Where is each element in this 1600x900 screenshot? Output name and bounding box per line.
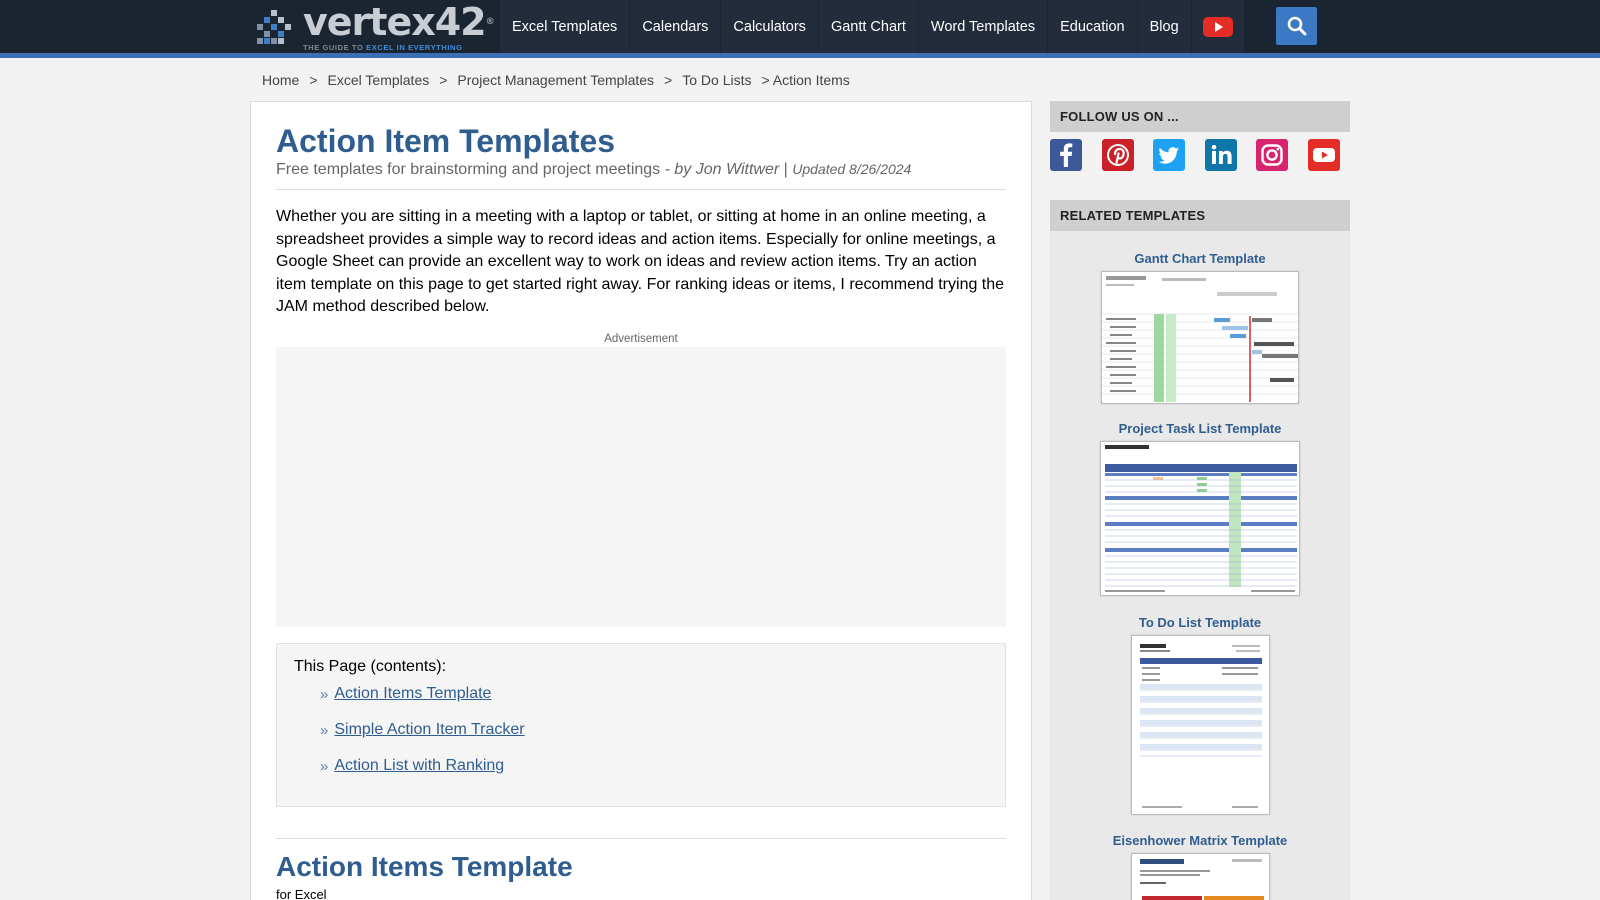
- toc-title: This Page (contents):: [294, 658, 447, 675]
- section-title-action-items-template: Action Items Template: [276, 851, 573, 882]
- page-subtitle: Free templates for brainstorming and pro…: [276, 161, 911, 179]
- instagram-icon: [1261, 144, 1283, 166]
- youtube-link[interactable]: [1307, 139, 1340, 171]
- breadcrumb-excel-templates[interactable]: Excel Templates: [328, 72, 430, 88]
- logo-mark-icon: [255, 4, 297, 46]
- facebook-link[interactable]: [1050, 139, 1082, 171]
- linkedin-icon: [1211, 144, 1232, 164]
- toc-item: » Action List with Ranking: [320, 757, 504, 775]
- section-subtitle: for Excel: [276, 887, 327, 900]
- related-eisenhower-matrix-title[interactable]: Eisenhower Matrix Template: [1050, 833, 1350, 848]
- toc-bullet: »: [320, 757, 329, 775]
- related-templates-heading: RELATED TEMPLATES: [1050, 200, 1350, 231]
- logo-tagline-accent: EXCEL IN EVERYTHING: [366, 43, 463, 52]
- twitter-link[interactable]: [1153, 139, 1185, 171]
- social-links: [1050, 139, 1340, 171]
- nav-blog[interactable]: Blog: [1137, 0, 1191, 53]
- breadcrumb-to-do-lists[interactable]: To Do Lists: [682, 72, 751, 88]
- youtube-icon: [1202, 16, 1233, 37]
- twitter-icon: [1158, 147, 1179, 164]
- toc-bullet: »: [320, 721, 329, 739]
- subtitle-pipe: |: [779, 161, 793, 178]
- toc-item: » Action Items Template: [320, 685, 491, 703]
- toc-link-simple-action-item-tracker[interactable]: Simple Action Item Tracker: [334, 721, 524, 739]
- nav-education[interactable]: Education: [1048, 0, 1137, 53]
- advertisement-label: Advertisement: [604, 333, 678, 345]
- toc-link-action-items-template[interactable]: Action Items Template: [334, 685, 491, 703]
- related-templates-panel: Gantt Chart Template Project Task List T…: [1050, 231, 1350, 900]
- search-button[interactable]: [1276, 7, 1317, 45]
- instagram-link[interactable]: [1256, 139, 1288, 171]
- breadcrumb-current: > Action Items: [761, 72, 850, 88]
- author-byline: - by Jon Wittwer: [660, 161, 780, 178]
- table-of-contents: This Page (contents): » Action Items Tem…: [276, 643, 1006, 807]
- logo-tagline-prefix: THE GUIDE TO: [303, 43, 367, 52]
- title-divider: [276, 189, 1006, 190]
- nav-youtube-link[interactable]: [1191, 0, 1244, 53]
- nav-gantt-chart[interactable]: Gantt Chart: [818, 0, 918, 53]
- project-task-list-thumbnail[interactable]: [1100, 441, 1300, 596]
- nav-excel-templates[interactable]: Excel Templates: [500, 0, 630, 53]
- breadcrumb-home[interactable]: Home: [262, 72, 299, 88]
- logo-wordmark: vertex42: [303, 0, 487, 44]
- breadcrumb-separator: >: [664, 72, 673, 88]
- follow-us-heading: FOLLOW US ON ...: [1050, 101, 1350, 132]
- main-content: Action Item Templates Free templates for…: [250, 101, 1032, 900]
- related-project-task-list-title[interactable]: Project Task List Template: [1050, 421, 1350, 436]
- search-icon: [1287, 16, 1306, 36]
- logo-registered-mark: ®: [485, 17, 495, 27]
- pinterest-link[interactable]: [1101, 139, 1134, 171]
- toc-link-action-list-with-ranking[interactable]: Action List with Ranking: [334, 757, 504, 775]
- top-navbar: vertex42® THE GUIDE TO EXCEL IN EVERYTHI…: [0, 0, 1600, 53]
- page-title: Action Item Templates: [276, 123, 616, 159]
- breadcrumb: Home > Excel Templates > Project Managem…: [262, 72, 850, 88]
- vertex42-logo[interactable]: vertex42® THE GUIDE TO EXCEL IN EVERYTHI…: [255, 3, 495, 52]
- related-gantt-chart-title[interactable]: Gantt Chart Template: [1050, 251, 1350, 266]
- linkedin-link[interactable]: [1204, 139, 1237, 171]
- related-to-do-list-title[interactable]: To Do List Template: [1050, 615, 1350, 630]
- to-do-list-thumbnail[interactable]: [1131, 635, 1270, 815]
- navbar-accent-stripe: [0, 53, 1600, 58]
- nav-word-templates[interactable]: Word Templates: [918, 0, 1048, 53]
- nav-calculators[interactable]: Calculators: [721, 0, 818, 53]
- updated-date: Updated 8/26/2024: [792, 161, 912, 177]
- youtube-icon: [1312, 148, 1335, 162]
- nav-calendars[interactable]: Calendars: [630, 0, 721, 53]
- logo-tagline: THE GUIDE TO EXCEL IN EVERYTHING: [303, 43, 494, 52]
- advertisement-slot: [276, 347, 1006, 627]
- section-divider: [276, 838, 1006, 839]
- facebook-icon: [1060, 143, 1073, 167]
- intro-paragraph: Whether you are sitting in a meeting wit…: [276, 208, 1005, 315]
- gantt-chart-thumbnail[interactable]: [1101, 271, 1299, 404]
- toc-bullet: »: [320, 685, 329, 703]
- main-nav: Excel Templates Calendars Calculators Ga…: [500, 0, 1245, 53]
- subtitle-text: Free templates for brainstorming and pro…: [276, 161, 661, 178]
- breadcrumb-separator: >: [309, 72, 318, 88]
- eisenhower-matrix-thumbnail[interactable]: [1131, 853, 1270, 900]
- breadcrumb-separator: >: [439, 72, 448, 88]
- pinterest-icon: [1106, 144, 1129, 166]
- breadcrumb-project-management[interactable]: Project Management Templates: [457, 72, 654, 88]
- toc-item: » Simple Action Item Tracker: [320, 721, 525, 739]
